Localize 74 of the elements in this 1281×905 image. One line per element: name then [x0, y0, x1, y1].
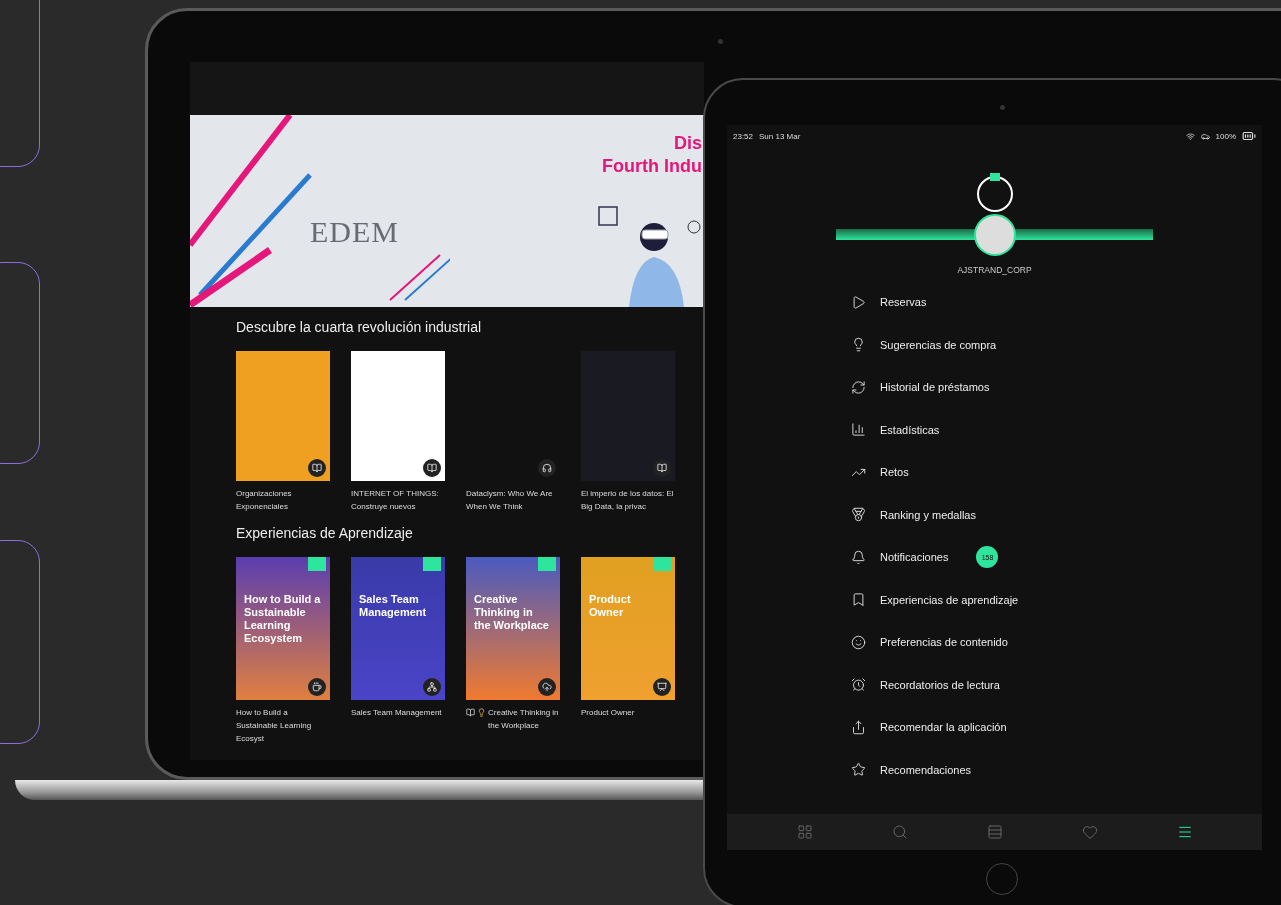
cover-title: Product Owner: [589, 593, 632, 619]
star-icon: [850, 762, 866, 778]
course-title[interactable]: Sales Team Management: [351, 706, 442, 719]
camera-dot: [718, 39, 723, 44]
cover-title: How to Build a Sustainable Learning Ecosystem: [244, 593, 322, 645]
menu-item[interactable]: Historial de préstamos: [880, 381, 990, 394]
battery-percent: 100%: [1215, 131, 1236, 141]
course-type-icon: [653, 678, 671, 696]
banner-title: Dis: [673, 133, 702, 154]
play-icon: [850, 294, 866, 310]
logo: EDEM: [310, 215, 399, 249]
menu-item[interactable]: Reservas: [880, 296, 927, 309]
bell-icon: [850, 549, 866, 565]
book-cover[interactable]: [351, 351, 445, 481]
course-title[interactable]: Product Owner: [581, 706, 635, 719]
book-title[interactable]: El imperio de los datos: El Big Data, la privac: [581, 487, 675, 513]
ribbon-icon: [653, 557, 671, 571]
username: AJSTRAND_CORP: [956, 265, 1033, 275]
menu-item[interactable]: Sugerencias de compra: [880, 338, 997, 351]
medal-icon: [850, 507, 866, 523]
book-title[interactable]: INTERNET OF THINGS: Construye nuevos: [351, 487, 445, 513]
course-title[interactable]: How to Build a Sustainable Learning Ecosyst: [236, 706, 330, 745]
menu-item[interactable]: Experiencias de aprendizaje: [880, 593, 1019, 606]
book-icon: [653, 459, 671, 477]
menu-item[interactable]: Ranking y medallas: [880, 508, 976, 521]
status-date: Sun 13 Mar: [759, 131, 801, 141]
lightbulb-icon: [477, 708, 486, 717]
bar-chart-icon: [850, 422, 866, 438]
course-title[interactable]: Creative Thinking in the Workplace: [488, 706, 560, 732]
search-icon[interactable]: [891, 824, 908, 840]
ribbon-icon: [538, 557, 556, 571]
menu-item[interactable]: Estadísticas: [880, 423, 940, 436]
battery-icon: [1242, 129, 1256, 143]
bookmark-icon: [850, 592, 866, 608]
section-heading: Experiencias de Aprendizaje: [236, 525, 414, 541]
course-type-icon: [423, 678, 441, 696]
menu-item[interactable]: Recomendaciones: [880, 763, 972, 776]
share-icon: [850, 719, 866, 735]
course-cover[interactable]: Sales Team Management: [351, 557, 445, 700]
book-cover[interactable]: [236, 351, 330, 481]
course-type-icon: [538, 678, 556, 696]
grid-icon[interactable]: [796, 824, 813, 840]
refresh-icon: [850, 379, 866, 395]
status-time: 23:52: [733, 131, 754, 141]
headphones-icon: [538, 459, 556, 477]
menu-item[interactable]: Recordatorios de lectura: [880, 678, 1000, 691]
ribbon-icon: [989, 173, 1000, 181]
menu-item[interactable]: Recomendar la aplicación: [880, 721, 1007, 734]
car-icon: [1200, 131, 1210, 141]
book-icon: [466, 708, 475, 717]
menu-item[interactable]: Retos: [880, 466, 909, 479]
camera-dot: [1000, 105, 1005, 110]
book-title[interactable]: Dataclysm: Who We Are When We Think: [466, 487, 560, 513]
avatar[interactable]: [973, 213, 1016, 256]
banner-title: Fourth Indu: [602, 156, 702, 177]
book-title[interactable]: Organizaciones Exponenciales: [236, 487, 330, 513]
cover-title: Creative Thinking in the Workplace: [474, 593, 550, 632]
ribbon-icon: [308, 557, 326, 571]
section-heading: Descubre la cuarta revolución industrial: [236, 319, 483, 335]
course-cover[interactable]: How to Build a Sustainable Learning Ecosystem: [236, 557, 330, 700]
menu-item[interactable]: Preferencias de contenido: [880, 636, 1008, 649]
book-icon: [308, 459, 326, 477]
heart-icon[interactable]: [1081, 824, 1098, 840]
book-icon: [423, 459, 441, 477]
alarm-clock-icon: [850, 677, 866, 693]
course-type-icon: [308, 678, 326, 696]
menu-item[interactable]: Notificaciones: [880, 551, 949, 564]
course-cover[interactable]: Creative Thinking in the Workplace: [466, 557, 560, 700]
smile-icon: [850, 634, 866, 650]
menu-icon[interactable]: [1176, 824, 1193, 840]
rows-icon[interactable]: [986, 824, 1003, 840]
ribbon-icon: [423, 557, 441, 571]
cover-title: Sales Team Management: [359, 593, 428, 619]
wifi-icon: [1185, 131, 1195, 141]
